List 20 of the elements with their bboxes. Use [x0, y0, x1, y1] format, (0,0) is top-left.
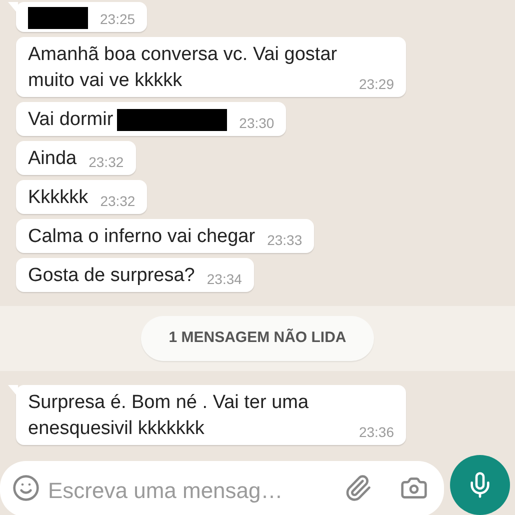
message-field[interactable]: Escreva uma mensag… [0, 460, 444, 515]
message-time: 23:36 [358, 422, 394, 442]
message-time: 23:30 [239, 114, 274, 133]
message-text: Vai dormir [28, 108, 114, 132]
field-placeholder: Escreva uma mensag… [48, 476, 284, 505]
message-text: Kkkkkk [28, 186, 88, 210]
message-text: Gosta de surpresa? [28, 264, 195, 288]
message-time: 23:29 [358, 75, 394, 94]
message-text: Ainda [28, 147, 77, 171]
message-time: 23:32 [100, 192, 136, 211]
paperclip-icon[interactable] [344, 474, 372, 502]
message-time: 23:32 [88, 153, 124, 172]
unread-banner: 1 MENSAGEM NÃO LIDA [140, 316, 374, 360]
message-time: 23:34 [206, 270, 242, 289]
message-time: 23:33 [267, 231, 302, 250]
message-text: Amanhã boa conversa vc. Vai gostar muito vai ve kkkkk [28, 43, 338, 93]
message-time: 23:25 [100, 10, 136, 29]
message-text: Surpresa é. Bom né . Vai ter uma enesquesivil kkkkkkk [28, 390, 310, 440]
message-text: Calma o inferno vai chegar [28, 225, 256, 249]
emoji-icon[interactable] [12, 474, 40, 502]
